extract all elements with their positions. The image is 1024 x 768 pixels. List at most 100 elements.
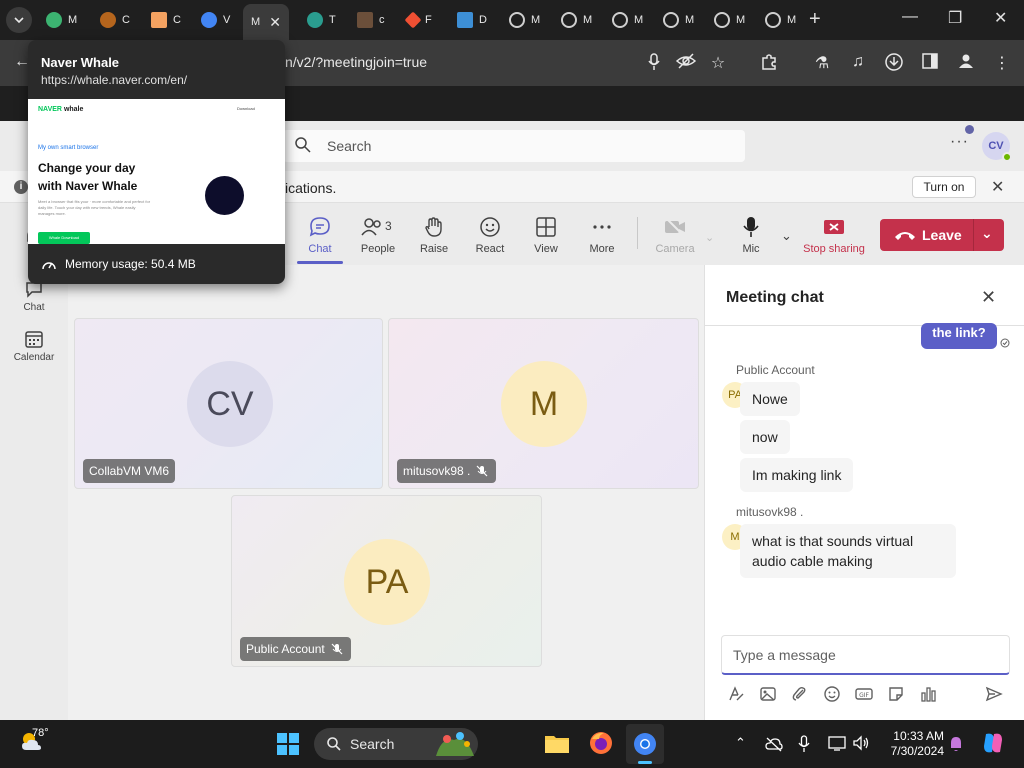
- close-window-icon[interactable]: ✕: [994, 8, 1007, 28]
- mic-button[interactable]: Mic: [723, 215, 779, 255]
- camera-button[interactable]: Camera: [647, 215, 703, 255]
- participant-tile[interactable]: M mitusovk98 .: [388, 318, 699, 489]
- browser-tab-active[interactable]: M ✕: [243, 4, 289, 40]
- participant-tile[interactable]: CV CollabVM VM6: [74, 318, 383, 489]
- eye-off-icon[interactable]: [675, 53, 697, 73]
- media-controls-icon[interactable]: ♫: [848, 53, 868, 73]
- tab-title: D: [479, 14, 487, 26]
- microphone-icon[interactable]: [644, 53, 664, 73]
- message-compose-input[interactable]: Type a message: [721, 635, 1010, 675]
- search-input[interactable]: Search: [283, 130, 745, 162]
- cloud-offline-icon[interactable]: [765, 736, 783, 752]
- preview-heading-line: Change your day: [38, 161, 136, 175]
- stop-sharing-button[interactable]: Stop sharing: [799, 215, 869, 255]
- notification-bell-icon[interactable]: [948, 735, 964, 753]
- download-icon[interactable]: [884, 53, 904, 73]
- minimize-icon[interactable]: —: [902, 8, 918, 26]
- message-text: what is that sounds virtual audio cable …: [752, 533, 914, 569]
- tab-title: C: [173, 14, 181, 26]
- tray-overflow-icon[interactable]: ⌃: [735, 735, 746, 751]
- rail-item-calendar[interactable]: Calendar: [0, 329, 68, 363]
- tab-hover-card: Naver Whale https://whale.naver.com/en/ …: [28, 40, 285, 284]
- close-icon[interactable]: ✕: [981, 287, 996, 308]
- chat-button-label: Chat: [308, 243, 332, 255]
- browser-tab[interactable]: T: [299, 5, 343, 35]
- microphone-icon[interactable]: [798, 735, 810, 753]
- browser-tab[interactable]: M: [604, 5, 648, 35]
- browser-tab[interactable]: M: [501, 5, 545, 35]
- gif-icon[interactable]: GIF: [855, 685, 873, 703]
- react-button-label: React: [475, 243, 505, 255]
- avatar-initials: M: [730, 531, 740, 543]
- browser-tab[interactable]: M: [655, 5, 699, 35]
- preview-tagline: My own smart browser: [38, 145, 99, 151]
- image-icon[interactable]: [759, 685, 777, 703]
- view-button[interactable]: View: [518, 215, 574, 255]
- firefox-icon[interactable]: [588, 730, 614, 756]
- format-icon[interactable]: [727, 685, 745, 703]
- taskbar-search-input[interactable]: Search: [314, 728, 478, 760]
- browser-tab[interactable]: C: [143, 5, 187, 35]
- svg-text:GIF: GIF: [859, 692, 869, 699]
- message-bubble: Im making link: [740, 458, 854, 492]
- browser-tab[interactable]: V: [193, 5, 237, 35]
- tab-title: C: [122, 14, 130, 26]
- chat-button[interactable]: Chat: [295, 215, 345, 264]
- message-text: Nowe: [752, 391, 788, 407]
- leave-button[interactable]: Leave ⌄: [880, 219, 1004, 251]
- browser-tab[interactable]: C: [92, 5, 136, 35]
- tab-search-button[interactable]: [6, 7, 32, 33]
- browser-tab[interactable]: M: [706, 5, 750, 35]
- tab-favicon-icon: [46, 12, 62, 28]
- profile-icon[interactable]: [956, 53, 976, 73]
- tab-title: M: [583, 14, 593, 26]
- browser-tab[interactable]: M: [757, 5, 801, 35]
- participant-tile[interactable]: PA Public Account: [231, 495, 542, 667]
- rail-item-chat[interactable]: Chat: [0, 279, 68, 313]
- tab-title: M: [68, 14, 78, 26]
- emoji-icon[interactable]: [823, 685, 841, 703]
- volume-icon[interactable]: [852, 735, 870, 751]
- new-tab-button[interactable]: +: [809, 8, 821, 31]
- react-button[interactable]: React: [462, 215, 518, 255]
- people-button[interactable]: 3 People: [350, 215, 406, 255]
- tab-title: M: [634, 14, 644, 26]
- user-avatar[interactable]: CV: [982, 132, 1012, 162]
- more-options-icon[interactable]: ···: [950, 133, 969, 151]
- close-tab-icon[interactable]: ✕: [269, 14, 281, 31]
- browser-tab[interactable]: D: [449, 5, 493, 35]
- preview-heading-line: with Naver Whale: [38, 179, 138, 193]
- taskbar-clock[interactable]: 10:33 AM 7/30/2024: [880, 729, 944, 759]
- meeting-toolbar: Chat 3 People Raise React View More Came…: [285, 203, 1024, 265]
- copilot-icon[interactable]: [980, 730, 1006, 756]
- browser-menu-icon[interactable]: ⋮: [992, 53, 1012, 73]
- chevron-down-icon[interactable]: ⌄: [781, 228, 792, 244]
- send-icon[interactable]: [985, 685, 1003, 703]
- attach-icon[interactable]: [791, 685, 809, 703]
- file-explorer-icon[interactable]: [544, 731, 570, 755]
- sticker-icon[interactable]: [887, 685, 905, 703]
- poll-icon[interactable]: [919, 685, 937, 703]
- windows-start-icon[interactable]: [276, 732, 300, 756]
- chevron-down-icon[interactable]: ⌄: [705, 231, 714, 244]
- globe-icon: [509, 12, 525, 28]
- address-bar-url[interactable]: n/v2/?meetingjoin=true: [285, 54, 427, 70]
- bookmark-star-icon[interactable]: ☆: [708, 53, 728, 73]
- turn-on-button[interactable]: Turn on: [912, 176, 976, 198]
- chrome-taskbar-active[interactable]: [626, 724, 664, 764]
- network-icon[interactable]: [828, 735, 846, 751]
- globe-icon: [714, 12, 730, 28]
- more-button[interactable]: More: [574, 215, 630, 255]
- extensions-icon[interactable]: [759, 53, 779, 73]
- side-panel-icon[interactable]: [920, 53, 940, 73]
- browser-tab[interactable]: F: [399, 5, 443, 35]
- restore-icon[interactable]: ❐: [948, 8, 962, 28]
- active-app-indicator: [638, 761, 652, 764]
- lab-flask-icon[interactable]: ⚗: [812, 53, 832, 73]
- raise-hand-button[interactable]: Raise: [406, 215, 462, 255]
- chevron-down-icon[interactable]: ⌄: [981, 225, 993, 242]
- close-icon[interactable]: ✕: [991, 177, 1004, 197]
- browser-tab[interactable]: M: [553, 5, 597, 35]
- browser-tab[interactable]: M: [38, 5, 82, 35]
- browser-tab[interactable]: c: [349, 5, 393, 35]
